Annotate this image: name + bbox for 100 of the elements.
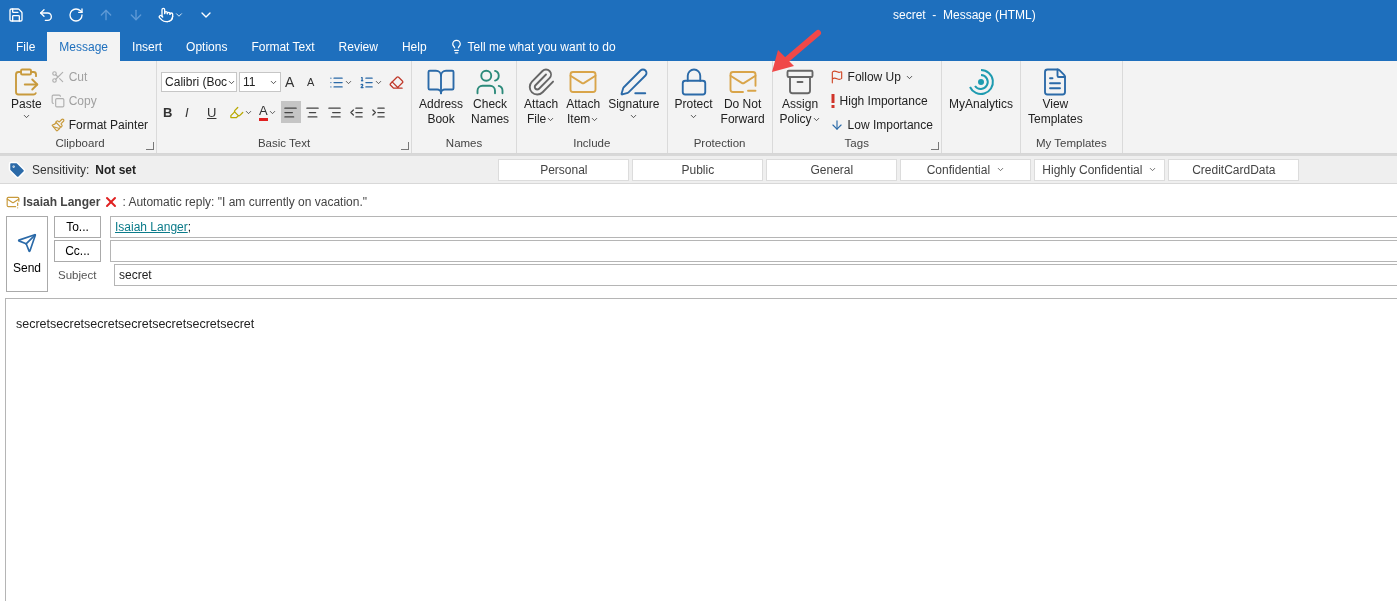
align-icon (282, 104, 298, 120)
grow-font-button[interactable]: A (283, 71, 304, 93)
align-left-button[interactable] (280, 101, 301, 123)
caret-icon (1148, 165, 1158, 174)
book-icon (426, 67, 457, 97)
flag-icon (829, 70, 844, 84)
list-icon (329, 74, 345, 90)
redo-button[interactable] (68, 7, 84, 23)
sensitivity-option[interactable]: Confidential (900, 158, 1032, 181)
window-title: secret - Message (HTML) (893, 8, 1036, 22)
sensitivity-value: Not set (95, 162, 138, 177)
brush-icon (50, 118, 65, 132)
caret-icon (629, 112, 639, 121)
to-button[interactable]: To... (54, 216, 101, 238)
ribbon-button[interactable]: Format Painter (48, 117, 151, 133)
to-field[interactable]: Isaiah Langer; (110, 216, 1397, 238)
caret-icon (546, 115, 556, 124)
bold-button[interactable]: B (161, 101, 182, 123)
send-icon (17, 233, 37, 253)
launcher-icon[interactable] (401, 142, 410, 150)
ribbon-button[interactable]: Attach Item (563, 65, 604, 137)
redo-icon (68, 7, 84, 23)
subject-label: Subject (57, 269, 98, 281)
cc-button[interactable]: Cc... (54, 240, 101, 262)
save-icon (8, 7, 24, 23)
cabinet-icon (785, 67, 816, 97)
tell-me-field[interactable]: Tell me what you want to do (467, 39, 616, 54)
shrink-font-button[interactable]: A (305, 71, 326, 93)
ribbon-button[interactable]: Address Book (416, 65, 467, 137)
sensitivity-option[interactable]: Personal (498, 158, 630, 181)
list-icon (359, 74, 375, 90)
launcher-icon[interactable] (930, 142, 939, 150)
subject-field[interactable]: secret (114, 264, 1397, 286)
message-body[interactable]: secretsecretsecretsecretsecretsecretsecret (5, 298, 1397, 601)
ribbon-button[interactable]: Paste (8, 65, 45, 137)
group-label: Clipboard (54, 137, 106, 151)
indent-icon (370, 104, 386, 120)
ribbon-button[interactable]: Do Not Forward (717, 65, 768, 137)
group-label: Tags (843, 137, 870, 151)
group-label: Protection (692, 137, 747, 151)
ribbon-button[interactable]: Protect (671, 65, 716, 137)
group-label: My Templates (1036, 137, 1107, 151)
ribbon-button[interactable]: Attach File (521, 65, 562, 137)
ribbon-tab[interactable]: Insert (120, 32, 175, 61)
touch-button[interactable] (158, 7, 184, 23)
group-label: Include (572, 137, 612, 151)
ribbon-button[interactable]: High Importance (827, 93, 935, 109)
cc-field[interactable] (110, 240, 1397, 262)
exclamation-icon (829, 94, 836, 108)
copy-icon (50, 94, 65, 108)
recipient-name: Isaiah Langer (23, 195, 101, 209)
send-button[interactable]: Send (6, 216, 48, 292)
ribbon-button[interactable]: Signature (605, 65, 663, 137)
ribbon-tab[interactable]: Message (47, 32, 121, 61)
caret-icon (174, 10, 184, 20)
sensitivity-option[interactable]: Highly Confidential (1034, 158, 1166, 181)
eraser-icon (389, 74, 405, 90)
indent-icon (348, 104, 364, 120)
save-button[interactable] (8, 7, 24, 23)
ribbon-button[interactable]: Follow Up (827, 69, 935, 85)
ribbon-tab[interactable]: Review (326, 32, 390, 61)
font-name-field[interactable]: Calibri (Boc (161, 72, 238, 92)
highlighter-icon (229, 104, 245, 120)
align-icon (326, 104, 342, 120)
font-size-field[interactable]: 11 (239, 72, 282, 92)
launcher-icon[interactable] (146, 142, 155, 150)
sensitivity-option[interactable]: General (766, 158, 898, 181)
ribbon-tab[interactable]: File (4, 32, 48, 61)
ribbon-button[interactable]: Check Names (468, 65, 513, 137)
sensitivity-option[interactable]: CreditCardData (1168, 158, 1300, 181)
caret-icon (811, 115, 821, 124)
undo-icon (38, 7, 54, 23)
paperclip-icon (526, 67, 557, 97)
group-label: Basic Text (256, 137, 312, 151)
people-icon (475, 67, 506, 97)
separator: ; (187, 220, 192, 234)
tag-icon (8, 160, 26, 179)
italic-button[interactable]: I (183, 101, 204, 123)
ribbon-tab[interactable]: Options (174, 32, 240, 61)
down-arrow-icon (128, 7, 144, 23)
ribbon-button[interactable]: Assign Policy (776, 65, 824, 137)
ribbon-button[interactable]: View Templates (1025, 65, 1086, 137)
body-text: secretsecretsecretsecretsecretsecretsecret (16, 317, 255, 331)
sensitivity-label: Sensitivity: (32, 162, 90, 177)
ribbon-tab[interactable]: Help (389, 32, 439, 61)
ribbon-tab[interactable]: Format Text (239, 32, 327, 61)
caret-icon (996, 165, 1006, 174)
touch-icon (158, 7, 174, 23)
font-color-button[interactable]: A (257, 101, 279, 123)
recipient-link[interactable]: Isaiah Langer (115, 220, 188, 234)
caret-icon (590, 115, 600, 124)
ribbon-button[interactable]: MyAnalytics (945, 65, 1016, 137)
align-icon (304, 104, 320, 120)
sensitivity-option[interactable]: Public (632, 158, 764, 181)
underline-button[interactable]: U (205, 101, 226, 123)
info-message: : Automatic reply: "I am currently on vacation." (122, 195, 367, 209)
undo-button[interactable] (38, 7, 54, 23)
envelope-icon (6, 195, 20, 209)
ribbon-button[interactable]: Low Importance (827, 117, 935, 133)
pen-icon (618, 67, 649, 97)
